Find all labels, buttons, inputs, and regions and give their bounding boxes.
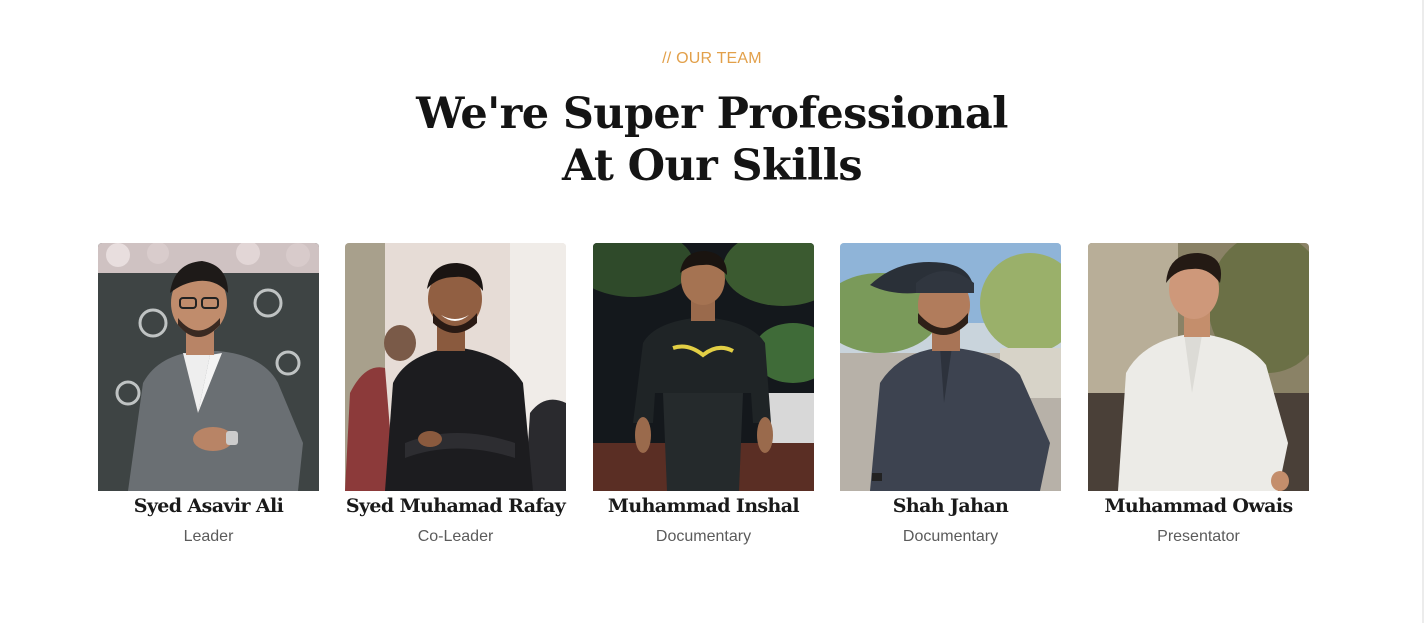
section-eyebrow: // OUR TEAM [662,50,762,67]
portrait-image [345,243,566,491]
member-name: Muhammad Inshal [607,495,800,517]
portrait-image [1088,243,1309,491]
member-role: Presentator [1157,528,1240,545]
section-title-line-1: We're Super Professional [416,89,1008,139]
member-name: Shah Jahan [892,495,1009,517]
portrait-image [840,243,1061,491]
team-card[interactable]: Syed Asavir Ali Leader [98,243,319,563]
team-card[interactable]: Muhammad Owais Presentator [1088,243,1309,563]
member-photo [345,243,566,491]
member-role: Documentary [902,528,999,545]
portrait-image [98,243,319,491]
team-grid: Syed Asavir Ali Leader Syed Muhamad Rafa… [98,243,1310,563]
team-card[interactable]: Syed Muhamad Rafay Co-Leader [345,243,566,563]
member-name: Muhammad Owais [1104,495,1293,517]
member-photo [98,243,319,491]
section-title-line-2: At Our Skills [561,141,863,191]
portrait-image [593,243,814,491]
member-photo [593,243,814,491]
member-role: Documentary [655,528,752,545]
member-role: Leader [183,528,234,545]
team-card[interactable]: Shah Jahan Documentary [840,243,1061,563]
member-name: Syed Muhamad Rafay [345,495,566,517]
member-name: Syed Asavir Ali [133,495,284,517]
team-card[interactable]: Muhammad Inshal Documentary [593,243,814,563]
section-title: We're Super Professional At Our Skills [0,88,1424,192]
member-photo [840,243,1061,491]
member-photo [1088,243,1309,491]
member-role: Co-Leader [417,528,494,545]
